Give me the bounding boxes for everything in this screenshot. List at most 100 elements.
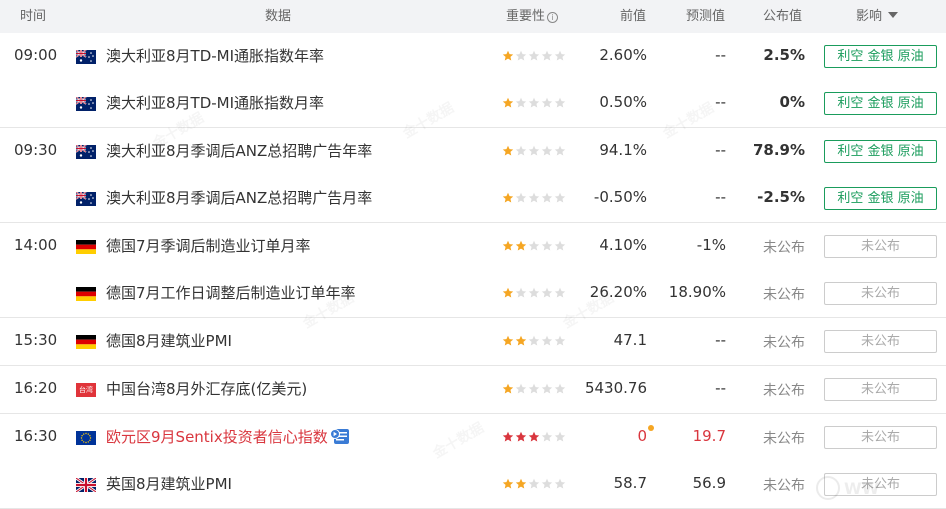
star-empty-icon xyxy=(541,478,553,490)
effect-badge[interactable]: 未公布 xyxy=(824,282,937,305)
previous-value-text: 47.1 xyxy=(613,331,647,349)
effect-badge[interactable]: 未公布 xyxy=(824,378,937,401)
info-icon[interactable]: i xyxy=(547,12,559,23)
previous-value: 47.1 xyxy=(614,331,647,349)
star-empty-icon xyxy=(515,145,527,157)
star-filled-icon xyxy=(515,478,527,490)
star-filled-icon xyxy=(502,383,514,395)
chevron-down-icon[interactable] xyxy=(888,12,899,18)
table-row[interactable]: 澳大利亚8月季调后ANZ总招聘广告年率 94.1% -- 78.9% 利空 金银 原油 xyxy=(0,128,946,175)
table-row[interactable]: 德国7月季调后制造业订单月率 4.10% -1% 未公布 未公布 xyxy=(0,223,946,270)
event-group: 14:00 德国7月季调后制造业订单月率 4.10% -1% 未公布 未公布 德国7月工作日… xyxy=(0,223,946,318)
star-empty-icon xyxy=(541,383,553,395)
event-name-text[interactable]: 澳大利亚8月TD-MI通胀指数月率 xyxy=(106,94,324,112)
forecast-value: -- xyxy=(715,46,726,64)
event-group: 16:30 欧元区9月Sentix投资者信心指数 0 19.7 未公布 未公布 英国8月建筑… xyxy=(0,414,946,509)
table-row[interactable]: 德国8月建筑业PMI 47.1 -- 未公布 未公布 xyxy=(0,318,946,365)
event-group: 09:00 澳大利亚8月TD-MI通胀指数年率 2.60% -- 2.5% 利空 金银 原… xyxy=(0,33,946,128)
event-name[interactable]: 澳大利亚8月TD-MI通胀指数月率 xyxy=(106,92,324,113)
table-row[interactable]: 欧元区9月Sentix投资者信心指数 0 19.7 未公布 未公布 xyxy=(0,414,946,461)
star-empty-icon xyxy=(554,192,566,204)
taiwan-flag: 台湾 xyxy=(76,383,96,397)
event-name[interactable]: 德国7月季调后制造业订单月率 xyxy=(106,235,311,256)
event-name[interactable]: 欧元区9月Sentix投资者信心指数 xyxy=(106,426,350,447)
star-empty-icon xyxy=(528,97,540,109)
event-name[interactable]: 德国7月工作日调整后制造业订单年率 xyxy=(106,282,356,303)
event-name-text[interactable]: 英国8月建筑业PMI xyxy=(106,475,232,493)
forecast-value: 18.90% xyxy=(668,283,726,301)
revision-dot-icon xyxy=(648,425,654,431)
actual-value: 未公布 xyxy=(763,478,805,494)
effect-badge[interactable]: 利空 金银 原油 xyxy=(824,140,937,163)
star-empty-icon xyxy=(554,335,566,347)
star-filled-icon xyxy=(502,431,514,443)
header-effect-label[interactable]: 影响 xyxy=(856,9,882,24)
star-filled-icon xyxy=(502,478,514,490)
event-name-text[interactable]: 澳大利亚8月季调后ANZ总招聘广告年率 xyxy=(106,142,372,160)
star-empty-icon xyxy=(528,192,540,204)
event-name-text[interactable]: 欧元区9月Sentix投资者信心指数 xyxy=(106,428,328,446)
effect-badge[interactable]: 未公布 xyxy=(824,330,937,353)
effect-badge[interactable]: 未公布 xyxy=(824,426,937,449)
event-name-text[interactable]: 澳大利亚8月TD-MI通胀指数年率 xyxy=(106,47,324,65)
table-row[interactable]: 澳大利亚8月季调后ANZ总招聘广告月率 -0.50% -- -2.5% 利空 金银 原油 xyxy=(0,175,946,222)
header-time: 时间 xyxy=(20,9,47,24)
event-name-text[interactable]: 澳大利亚8月季调后ANZ总招聘广告月率 xyxy=(106,189,372,207)
header-forecast: 预测值 xyxy=(686,9,726,24)
star-empty-icon xyxy=(541,431,553,443)
effect-badge[interactable]: 利空 金银 原油 xyxy=(824,45,937,68)
event-name-text[interactable]: 德国8月建筑业PMI xyxy=(106,332,232,350)
previous-value: 58.7 xyxy=(614,474,647,492)
event-group: 15:30 德国8月建筑业PMI 47.1 -- 未公布 未公布 xyxy=(0,318,946,366)
forecast-value: -- xyxy=(715,93,726,111)
eu-flag xyxy=(76,431,96,445)
table-row[interactable]: 澳大利亚8月TD-MI通胀指数年率 2.60% -- 2.5% 利空 金银 原油 xyxy=(0,33,946,80)
event-name-text[interactable]: 德国7月工作日调整后制造业订单年率 xyxy=(106,284,356,302)
previous-value-text: 5430.76 xyxy=(584,379,647,397)
table-row[interactable]: 澳大利亚8月TD-MI通胀指数月率 0.50% -- 0% 利空 金银 原油 xyxy=(0,80,946,127)
header-actual: 公布值 xyxy=(763,9,803,24)
star-empty-icon xyxy=(515,287,527,299)
header-effect[interactable]: 影响 xyxy=(856,0,899,33)
actual-value: 未公布 xyxy=(763,383,805,399)
previous-value-text: 2.60% xyxy=(599,46,647,64)
video-icon[interactable] xyxy=(329,428,350,445)
star-filled-icon xyxy=(515,431,527,443)
effect-badge[interactable]: 利空 金银 原油 xyxy=(824,92,937,115)
header-importance-label: 重要性 xyxy=(506,9,546,24)
header-importance: 重要性 i xyxy=(506,0,559,33)
star-filled-icon xyxy=(502,50,514,62)
table-row[interactable]: 德国7月工作日调整后制造业订单年率 26.20% 18.90% 未公布 未公布 xyxy=(0,270,946,317)
event-name[interactable]: 德国8月建筑业PMI xyxy=(106,330,232,351)
previous-value-text: 58.7 xyxy=(613,474,647,492)
event-name[interactable]: 澳大利亚8月季调后ANZ总招聘广告年率 xyxy=(106,140,372,161)
star-empty-icon xyxy=(541,287,553,299)
previous-value-text: 0.50% xyxy=(599,93,647,111)
star-empty-icon xyxy=(541,335,553,347)
table-row[interactable]: 英国8月建筑业PMI 58.7 56.9 未公布 未公布 xyxy=(0,461,946,508)
forecast-value: -1% xyxy=(696,236,726,254)
star-empty-icon xyxy=(528,50,540,62)
germany-flag xyxy=(76,335,96,349)
star-empty-icon xyxy=(528,335,540,347)
actual-value: 未公布 xyxy=(763,240,805,256)
previous-value-text: 94.1% xyxy=(599,141,647,159)
event-name-text[interactable]: 中国台湾8月外汇存底(亿美元) xyxy=(106,380,307,398)
event-name[interactable]: 英国8月建筑业PMI xyxy=(106,473,232,494)
star-empty-icon xyxy=(528,383,540,395)
event-name[interactable]: 澳大利亚8月季调后ANZ总招聘广告月率 xyxy=(106,187,372,208)
effect-badge[interactable]: 未公布 xyxy=(824,473,937,496)
event-name[interactable]: 中国台湾8月外汇存底(亿美元) xyxy=(106,378,307,399)
effect-badge[interactable]: 利空 金银 原油 xyxy=(824,187,937,210)
forecast-value: 19.7 xyxy=(692,427,726,445)
forecast-value: -- xyxy=(715,141,726,159)
previous-value-text: 0 xyxy=(637,427,647,445)
effect-badge[interactable]: 未公布 xyxy=(824,235,937,258)
table-row[interactable]: 台湾 中国台湾8月外汇存底(亿美元) 5430.76 -- 未公布 未公布 xyxy=(0,366,946,413)
star-filled-icon xyxy=(502,192,514,204)
actual-value: 未公布 xyxy=(763,335,805,351)
event-name-text[interactable]: 德国7月季调后制造业订单月率 xyxy=(106,237,311,255)
star-empty-icon xyxy=(528,145,540,157)
event-name[interactable]: 澳大利亚8月TD-MI通胀指数年率 xyxy=(106,45,324,66)
star-empty-icon xyxy=(528,287,540,299)
